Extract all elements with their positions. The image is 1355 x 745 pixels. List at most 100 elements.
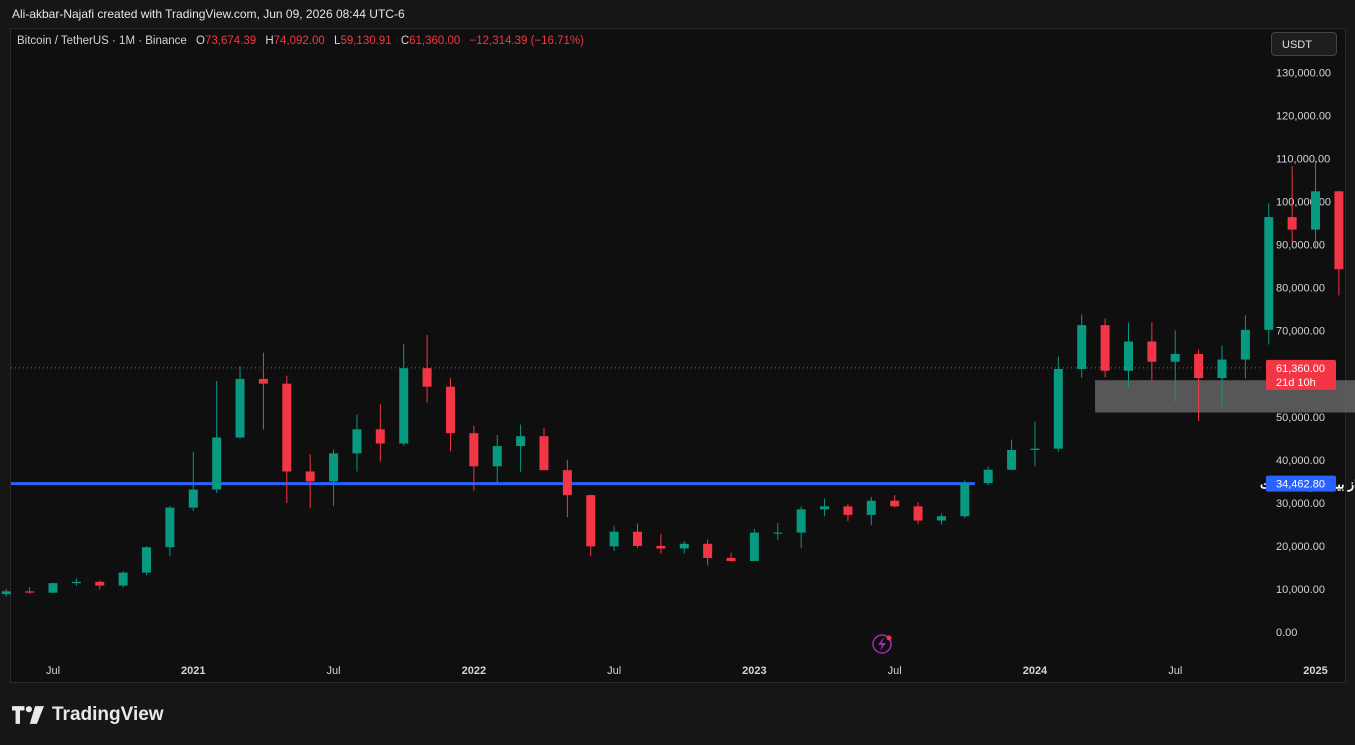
ohlc-legend: Bitcoin / TetherUS · 1M · Binance O73,67… [17,35,584,47]
candle[interactable] [1287,217,1297,230]
y-tick-label: 90,000.00 [1276,240,1325,252]
y-tick-label: 80,000.00 [1276,283,1325,295]
x-tick-label: Jul [327,665,341,677]
candle[interactable] [305,471,315,482]
y-tick-label: 50,000.00 [1276,412,1325,424]
candle[interactable] [1264,217,1274,330]
target-price-label: 34,462.80 [1276,479,1325,491]
candle[interactable] [375,429,385,444]
candle[interactable] [656,545,666,549]
candle[interactable] [469,433,479,467]
tradingview-logo-icon [12,706,44,724]
candle[interactable] [1,591,11,595]
candle[interactable] [352,429,362,454]
close-label: C [400,35,410,47]
candle[interactable] [258,378,268,384]
last-price-label: 61,360.00 [1276,363,1325,375]
x-tick-label: Jul [607,665,621,677]
y-tick-label: 130,000.00 [1276,68,1331,80]
notification-dot [886,635,892,641]
close-value: 61,360.00 [409,35,461,47]
candle[interactable] [282,383,292,472]
y-tick-label: 120,000.00 [1276,111,1331,123]
candle[interactable] [1077,325,1087,370]
high-value: 74,092.00 [273,35,325,47]
candle[interactable] [422,368,432,387]
countdown-label: 21d 10h [1276,377,1316,389]
candle[interactable] [562,470,572,496]
candle[interactable] [1147,341,1157,362]
x-tick-label: 2021 [181,665,205,677]
brand-name: TradingView [52,704,164,725]
candle[interactable] [399,368,409,444]
candle[interactable] [586,495,596,547]
candle[interactable] [492,446,502,467]
candle[interactable] [843,506,853,515]
candle[interactable] [71,581,81,584]
candle[interactable] [726,557,736,561]
y-tick-label: 70,000.00 [1276,326,1325,338]
candle[interactable] [516,436,526,447]
candle[interactable] [773,532,783,534]
x-tick-label: 2023 [742,665,766,677]
y-tick-label: 30,000.00 [1276,498,1325,510]
candle[interactable] [235,378,245,438]
y-tick-label: 0.00 [1276,627,1297,639]
candle[interactable] [983,469,993,484]
candle[interactable] [1217,359,1227,379]
y-tick-label: 40,000.00 [1276,455,1325,467]
candle[interactable] [1170,353,1180,362]
candle[interactable] [1311,191,1321,230]
y-tick-label: 110,000.00 [1276,154,1330,166]
candle[interactable] [95,581,105,586]
candle[interactable] [1007,449,1017,470]
tradingview-brand[interactable]: TradingView [12,704,164,726]
candle[interactable] [913,506,923,521]
candle[interactable] [679,543,689,549]
candle[interactable] [118,572,128,586]
candle[interactable] [633,531,642,546]
candle[interactable] [1240,329,1250,360]
candle[interactable] [1100,325,1110,371]
x-tick-label: 2022 [462,665,486,677]
candle[interactable] [866,500,876,515]
candle[interactable] [25,591,35,593]
open-label: O [196,35,205,47]
y-tick-label: 100,000.00 [1276,197,1331,209]
candle[interactable] [445,386,455,434]
y-tick-label: 10,000.00 [1276,584,1325,596]
x-tick-label: Jul [888,665,902,677]
low-value: 59,130.91 [340,35,392,47]
open-value: 73,674.39 [204,35,257,47]
y-tick-label: 20,000.00 [1276,541,1325,553]
candle[interactable] [1123,341,1133,371]
currency-button[interactable]: USDT [1271,32,1337,56]
candle[interactable] [703,543,713,558]
candle[interactable] [48,583,58,593]
candle[interactable] [165,507,175,548]
candle[interactable] [609,531,619,547]
candle[interactable] [1194,353,1204,379]
symbol-title[interactable]: Bitcoin / TetherUS · 1M · Binance [17,35,187,47]
x-tick-label: Jul [1168,665,1182,677]
candle[interactable] [749,532,759,561]
footer [0,683,1355,745]
candle[interactable] [1334,191,1344,270]
x-tick-label: 2024 [1023,665,1048,677]
candle[interactable] [960,483,970,517]
x-tick-label: 2025 [1303,665,1327,677]
candle[interactable] [142,547,152,573]
candle[interactable] [796,509,806,533]
candle[interactable] [212,437,222,490]
price-chart[interactable]: 130,000.00 120,000.00 110,000.00 100,000.00… [0,0,1355,745]
flash-bolt-icon [878,637,886,651]
candle[interactable] [890,500,900,507]
candle[interactable] [539,436,549,471]
candle[interactable] [1053,369,1063,449]
candle[interactable] [1030,448,1040,450]
candle[interactable] [936,516,946,521]
candle[interactable] [188,489,198,508]
candle[interactable] [329,453,339,482]
candle[interactable] [820,506,830,510]
x-tick-label: Jul [46,665,60,677]
